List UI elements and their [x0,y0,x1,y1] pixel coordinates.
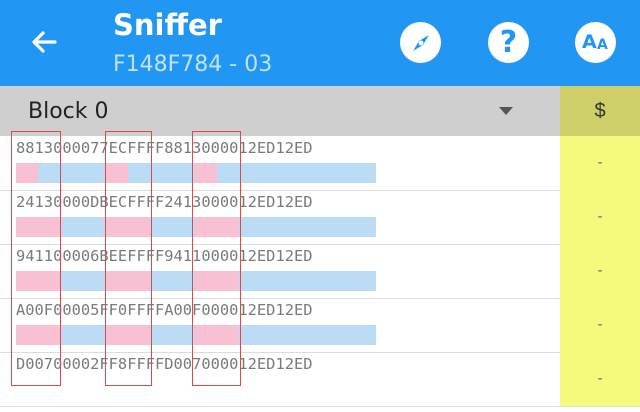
dollar-cell: - [560,136,640,190]
dollar-cell: - [560,352,640,406]
dollar-column-header: $ [560,86,640,136]
data-row[interactable]: A00F00005FF0FFFFA00F000012ED12ED - [0,298,640,353]
app-subtitle: F148F784 - 03 [113,52,273,77]
selection-box [105,131,152,386]
data-row[interactable]: D00700002FF8FFFFD007000012ED12ED - [0,352,640,407]
font-size-button[interactable]: AA [575,22,616,63]
dropdown-triangle-icon [499,107,513,115]
arrow-left-icon[interactable] [28,26,60,58]
app-bar: Sniffer F148F784 - 03 ? AA [0,0,640,86]
dollar-cell: - [560,298,640,352]
data-row[interactable]: 24130000DBECFFFF2413000012ED12ED - [0,190,640,245]
data-row[interactable]: 941100006BEEFFFF9411000012ED12ED - [0,244,640,299]
block-selector-value: Block 0 [28,99,109,124]
selection-box [192,131,241,386]
block-selector[interactable]: Block 0 [0,86,560,136]
help-button[interactable]: ? [488,22,529,63]
data-row[interactable]: 8813000077ECFFFF8813000012ED12ED - [0,136,640,191]
help-icon: ? [499,25,518,60]
compass-icon [412,34,429,51]
font-size-icon: AA [582,31,608,53]
dollar-cell: - [560,244,640,298]
compass-button[interactable] [400,22,441,63]
selection-box [11,131,61,386]
app-title: Sniffer [113,8,222,42]
dollar-cell: - [560,190,640,244]
